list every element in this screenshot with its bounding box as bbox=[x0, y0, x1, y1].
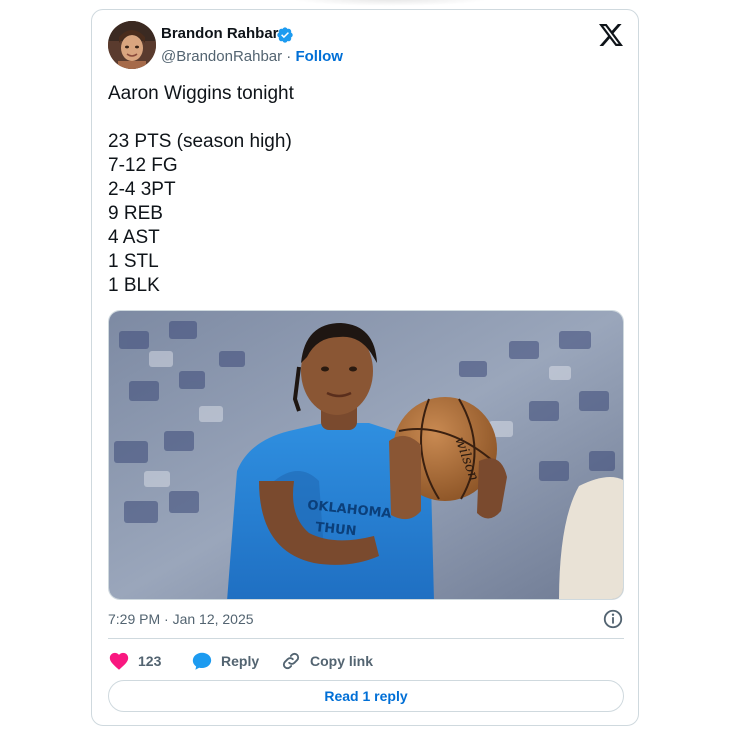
tweet-text: Aaron Wiggins tonight 23 PTS (season hig… bbox=[108, 82, 624, 298]
like-count: 123 bbox=[138, 653, 162, 669]
handle-row: @BrandonRahbar · Follow bbox=[161, 48, 343, 65]
action-bar: 123 Reply Copy link bbox=[108, 649, 624, 673]
tweet-line: 1 BLK bbox=[108, 275, 160, 296]
handle-separator: · bbox=[282, 48, 296, 65]
tweet-photo[interactable]: wilson OKLAHOMA THUN bbox=[108, 310, 624, 600]
divider bbox=[108, 638, 624, 639]
info-icon[interactable] bbox=[602, 608, 624, 630]
author-name[interactable]: Brandon Rahbar bbox=[161, 25, 279, 42]
tweet-line: 2-4 3PT bbox=[108, 179, 176, 200]
page-top-shadow bbox=[290, 0, 490, 6]
like-button[interactable]: 123 bbox=[108, 649, 161, 673]
x-logo-icon[interactable] bbox=[599, 24, 623, 46]
tweet-line: 7-12 FG bbox=[108, 155, 178, 176]
heart-icon bbox=[109, 652, 129, 670]
reply-button[interactable]: Reply bbox=[191, 649, 259, 673]
read-reply-button[interactable]: Read 1 reply bbox=[108, 680, 624, 712]
copy-link-button[interactable]: Copy link bbox=[280, 649, 373, 673]
tweet-line: 4 AST bbox=[108, 227, 160, 248]
tweet-line: 1 STL bbox=[108, 251, 159, 272]
tweet-card: Brandon Rahbar @BrandonRahbar · Follow A… bbox=[91, 9, 639, 726]
tweet-line: 23 PTS (season high) bbox=[108, 131, 292, 152]
speech-bubble-icon bbox=[192, 652, 212, 670]
tweet-line: Aaron Wiggins tonight bbox=[108, 83, 294, 104]
avatar[interactable] bbox=[108, 21, 156, 69]
author-handle[interactable]: @BrandonRahbar bbox=[161, 48, 282, 65]
tweet-timestamp[interactable]: 7:29 PM · Jan 12, 2025 bbox=[108, 611, 254, 627]
link-icon bbox=[282, 652, 300, 670]
avatar-image bbox=[108, 21, 156, 69]
copy-link-label: Copy link bbox=[310, 653, 374, 669]
photo-basketball-player: wilson OKLAHOMA THUN bbox=[109, 311, 623, 599]
verified-badge-icon bbox=[277, 27, 293, 43]
follow-button[interactable]: Follow bbox=[295, 48, 343, 65]
reply-label: Reply bbox=[221, 653, 260, 669]
tweet-line: 9 REB bbox=[108, 203, 163, 224]
